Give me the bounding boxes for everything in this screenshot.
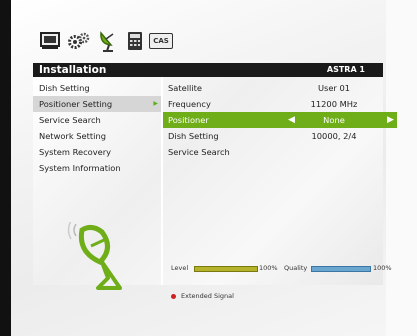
quality-bar	[311, 266, 371, 272]
title-bar: Installation ASTRA 1	[33, 63, 383, 77]
right-margin	[386, 0, 417, 336]
satellite-dish-icon[interactable]	[97, 31, 121, 52]
setting-row-service-search[interactable]: Service Search	[163, 144, 397, 160]
level-bar	[194, 266, 258, 272]
menu-item-label: Service Search	[39, 115, 101, 125]
top-icon-bar: CAS	[39, 30, 173, 52]
setting-value: 11200 MHz	[310, 99, 358, 109]
quality-label: Quality	[284, 264, 308, 272]
cas-label: CAS	[149, 33, 173, 49]
menu-item-service-search[interactable]: Service Search	[33, 112, 161, 128]
menu-item-label: Dish Setting	[39, 83, 90, 93]
menu-item-network-setting[interactable]: Network Setting	[33, 128, 161, 144]
level-label: Level	[171, 264, 189, 272]
menu-item-label: System Information	[39, 163, 121, 173]
extended-signal-label: Extended Signal	[181, 292, 234, 300]
left-border	[0, 0, 11, 336]
red-dot-icon	[171, 293, 176, 299]
signal-bars: Level 100% Quality 100%	[171, 264, 398, 273]
setting-row-dish-setting[interactable]: Dish Setting 10000, 2/4	[163, 128, 397, 144]
quality-value: 100%	[373, 264, 392, 272]
level-value: 100%	[259, 264, 278, 272]
menu-item-dish-setting[interactable]: Dish Setting	[33, 80, 161, 96]
arrow-right-icon: ▶	[153, 100, 158, 107]
installation-menu: Dish Setting Positioner Setting ▶ Service…	[33, 80, 161, 176]
tv-icon[interactable]	[39, 31, 61, 51]
cas-icon[interactable]: CAS	[149, 31, 173, 51]
extended-signal-indicator: Extended Signal	[171, 292, 234, 300]
setting-row-satellite[interactable]: Satellite User 01	[163, 80, 397, 96]
setting-label: Service Search	[168, 147, 230, 157]
menu-item-system-recovery[interactable]: System Recovery	[33, 144, 161, 160]
setting-value: None	[323, 115, 345, 125]
menu-item-label: Network Setting	[39, 131, 106, 141]
page-title: Installation	[39, 64, 107, 76]
menu-item-positioner-setting[interactable]: Positioner Setting ▶	[33, 96, 161, 112]
calculator-icon[interactable]	[127, 31, 143, 51]
menu-item-system-information[interactable]: System Information	[33, 160, 161, 176]
settings-list: Satellite User 01 Frequency 11200 MHz Po…	[163, 80, 397, 160]
menu-item-label: Positioner Setting	[39, 99, 113, 109]
settings-gears-icon[interactable]	[67, 31, 91, 51]
setting-row-frequency[interactable]: Frequency 11200 MHz	[163, 96, 397, 112]
setting-label: Satellite	[168, 83, 202, 93]
setting-label: Positioner	[168, 115, 209, 125]
arrow-right-icon[interactable]: ▶	[387, 112, 394, 128]
menu-item-label: System Recovery	[39, 147, 112, 157]
setting-label: Dish Setting	[168, 131, 219, 141]
setting-value: 10000, 2/4	[311, 131, 357, 141]
setting-row-positioner[interactable]: Positioner ◀ None ▶	[163, 112, 397, 128]
satellite-dish-logo-icon	[62, 220, 132, 298]
setting-value: User 01	[317, 83, 351, 93]
setting-label: Frequency	[168, 99, 211, 109]
satellite-name: ASTRA 1	[326, 65, 365, 74]
